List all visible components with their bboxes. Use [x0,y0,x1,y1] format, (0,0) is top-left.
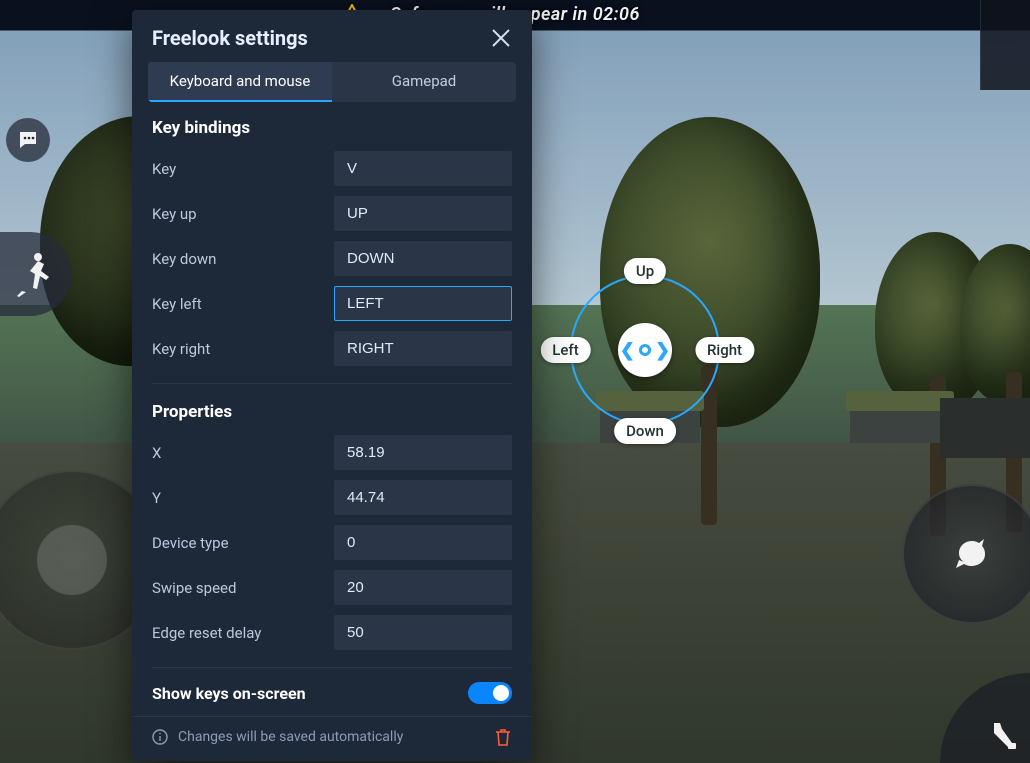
row-key-down: Key down [132,236,532,281]
row-y: Y [132,475,532,520]
building-graphic [940,398,1030,458]
freelook-right-chevron: ❯ [655,340,670,361]
freelook-settings-panel: Freelook settings Keyboard and mouse Gam… [132,10,532,761]
section-divider [152,667,512,668]
row-key-right: Key right [132,326,532,371]
tab-keyboard-mouse[interactable]: Keyboard and mouse [148,62,332,102]
input-key[interactable] [334,151,512,186]
label-swipe-speed: Swipe speed [152,579,318,597]
freelook-left-chevron: ❮ [620,340,635,361]
freelook-left-label[interactable]: Left [540,337,590,363]
row-key-up: Key up [132,191,532,236]
input-key-up[interactable] [334,196,512,231]
label-edge-reset: Edge reset delay [152,624,318,642]
freelook-center-icon [639,344,651,356]
panel-title: Freelook settings [152,26,308,50]
label-key-left: Key left [152,295,318,313]
label-key-right: Key right [152,340,318,358]
freelook-control-overlay[interactable]: ❮ ❯ Up Down Left Right [570,275,720,425]
settings-tabs: Keyboard and mouse Gamepad [148,62,516,102]
action-corner-button[interactable] [940,673,1030,763]
input-key-down[interactable] [334,241,512,276]
info-icon [152,729,168,745]
chat-button[interactable] [6,118,50,162]
label-key-down: Key down [152,250,318,268]
right-edge-panel[interactable] [980,0,1030,90]
label-key-up: Key up [152,205,318,223]
attack-button[interactable] [902,484,1030,624]
row-key-left: Key left [132,281,532,326]
freelook-down-label[interactable]: Down [614,418,676,444]
input-swipe-speed[interactable] [334,570,512,605]
input-x[interactable] [334,435,512,470]
section-title-properties: Properties [132,386,532,430]
toggle-show-keys[interactable] [468,682,512,704]
input-device-type[interactable] [334,525,512,560]
section-title-keybindings: Key bindings [132,102,532,146]
freelook-center-handle[interactable]: ❮ ❯ [618,323,672,377]
delete-icon[interactable] [494,727,512,747]
label-device-type: Device type [152,534,318,552]
input-key-left[interactable] [334,286,512,321]
row-swipe-speed: Swipe speed [132,565,532,610]
building-graphic [850,407,950,443]
label-y: Y [152,489,318,507]
label-show-keys: Show keys on-screen [152,684,306,703]
freelook-up-label[interactable]: Up [624,258,666,284]
row-x: X [132,430,532,475]
input-edge-reset[interactable] [334,615,512,650]
row-key: Key [132,146,532,191]
label-x: X [152,444,318,462]
freelook-right-label[interactable]: Right [695,337,754,363]
tab-gamepad[interactable]: Gamepad [332,62,516,102]
label-key: Key [152,160,318,178]
input-key-right[interactable] [334,331,512,366]
footer-note: Changes will be saved automatically [178,729,403,745]
row-device-type: Device type [132,520,532,565]
section-divider [152,383,512,384]
close-icon[interactable] [490,27,512,49]
panel-footer: Changes will be saved automatically [132,716,532,761]
row-edge-reset: Edge reset delay [132,610,532,655]
row-show-keys: Show keys on-screen [132,670,532,716]
input-y[interactable] [334,480,512,515]
